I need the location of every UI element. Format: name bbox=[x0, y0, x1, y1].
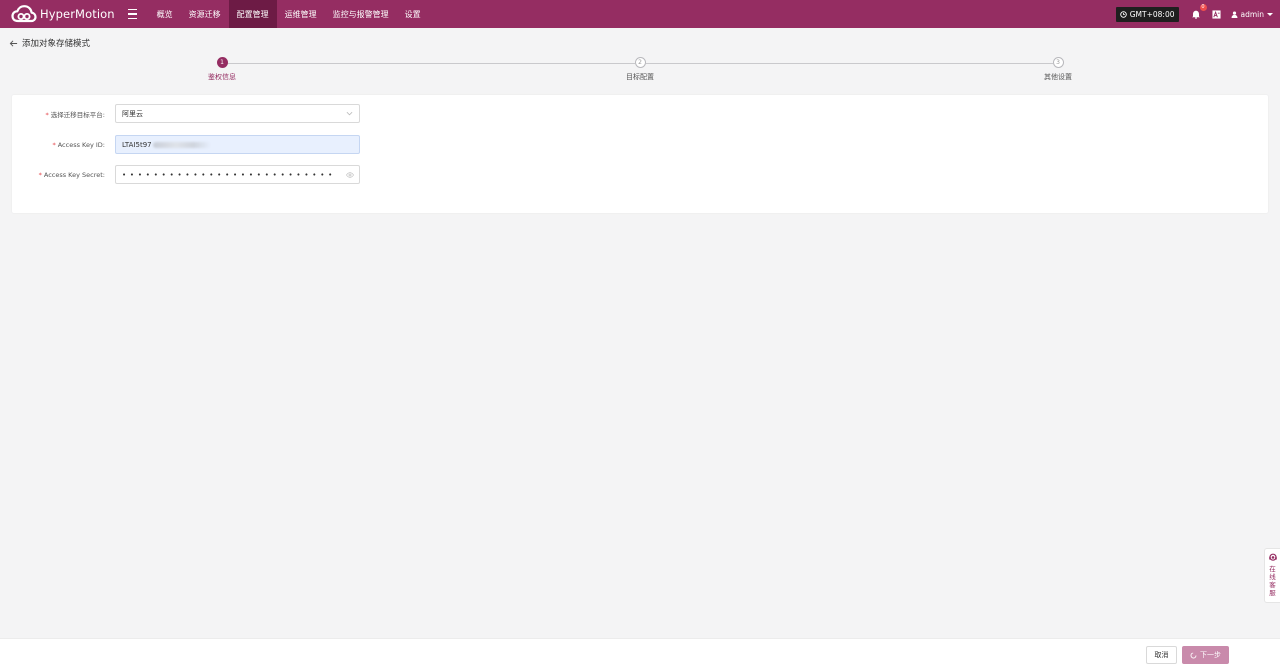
form-row-access-key-id: * Access Key ID: LTAI5t97 bbox=[12, 135, 360, 154]
timezone-badge[interactable]: GMT+08:00 bbox=[1115, 6, 1179, 22]
notification-count: 0 bbox=[1199, 4, 1207, 11]
hamburger-menu-icon[interactable] bbox=[127, 8, 140, 20]
page-title: 添加对象存储模式 bbox=[22, 39, 91, 49]
bell-icon bbox=[1191, 10, 1200, 19]
access-key-secret-value: •••••••••••••••••••••••••••••• bbox=[122, 170, 336, 179]
access-key-secret-input[interactable]: •••••••••••••••••••••••••••••• bbox=[115, 165, 360, 184]
step-auth-info: 1 鉴权信息 bbox=[182, 57, 262, 82]
user-name: admin bbox=[1240, 9, 1265, 19]
page-heading: 添加对象存储模式 bbox=[9, 37, 90, 49]
nav-item-ops-management[interactable]: 运维管理 bbox=[277, 0, 325, 28]
nav-item-overview[interactable]: 概览 bbox=[149, 0, 181, 28]
next-step-label: 下一步 bbox=[1200, 651, 1221, 659]
brand[interactable]: HyperMotion bbox=[0, 0, 115, 28]
eye-icon[interactable] bbox=[346, 172, 354, 178]
timezone-text: GMT+08:00 bbox=[1129, 9, 1175, 19]
top-nav-bar: HyperMotion 概览 资源迁移 配置管理 运维管理 监控与报警管理 设置… bbox=[0, 0, 1280, 28]
step-number: 3 bbox=[1052, 57, 1064, 68]
footer-action-bar: 取消 下一步 bbox=[0, 638, 1280, 669]
step-connector bbox=[227, 63, 635, 64]
step-number: 1 bbox=[216, 57, 228, 68]
notification-button[interactable]: 0 bbox=[1190, 4, 1207, 21]
platform-select[interactable]: 阿里云 bbox=[115, 104, 360, 123]
online-service-label: 在线客服 bbox=[1269, 565, 1276, 597]
back-arrow-icon[interactable] bbox=[9, 39, 18, 48]
step-other-settings: 3 其他设置 bbox=[1018, 57, 1098, 82]
language-switch-icon[interactable] bbox=[1211, 8, 1223, 20]
loading-icon bbox=[1190, 652, 1197, 658]
chevron-down-icon bbox=[346, 111, 353, 116]
platform-selected-value: 阿里云 bbox=[122, 109, 143, 118]
customer-service-icon bbox=[1268, 553, 1277, 561]
chevron-down-icon bbox=[1267, 12, 1273, 16]
step-label: 目标配置 bbox=[626, 73, 654, 81]
step-number: 2 bbox=[634, 57, 646, 68]
nav-item-settings[interactable]: 设置 bbox=[397, 0, 429, 28]
cancel-button[interactable]: 取消 bbox=[1146, 646, 1177, 664]
app-name: HyperMotion bbox=[40, 7, 115, 21]
access-key-id-label: * Access Key ID: bbox=[52, 140, 105, 149]
cloud-logo-icon bbox=[11, 5, 37, 23]
user-icon bbox=[1231, 10, 1237, 18]
step-label: 其他设置 bbox=[1044, 73, 1072, 81]
auth-form-card: * 选择迁移目标平台: 阿里云 * Access Key ID: LTAI5t97 … bbox=[12, 95, 1268, 213]
main-nav: 概览 资源迁移 配置管理 运维管理 监控与报警管理 设置 bbox=[149, 0, 429, 28]
wizard-steps: 1 鉴权信息 2 目标配置 3 其他设置 bbox=[0, 56, 1280, 84]
nav-item-resource-migration[interactable]: 资源迁移 bbox=[181, 0, 229, 28]
masked-value-blur bbox=[152, 141, 211, 148]
online-service-tab[interactable]: 在线客服 bbox=[1264, 548, 1280, 603]
access-key-id-value: LTAI5t97 bbox=[122, 140, 152, 149]
step-target-config: 2 目标配置 bbox=[600, 57, 680, 82]
access-key-secret-label: * Access Key Secret: bbox=[38, 170, 105, 179]
step-label: 鉴权信息 bbox=[208, 73, 236, 81]
form-row-platform: * 选择迁移目标平台: 阿里云 bbox=[12, 104, 360, 123]
next-step-button[interactable]: 下一步 bbox=[1182, 646, 1229, 664]
clock-icon bbox=[1119, 10, 1127, 18]
nav-item-config-management[interactable]: 配置管理 bbox=[228, 0, 277, 28]
user-menu[interactable]: admin bbox=[1231, 9, 1273, 19]
nav-item-monitoring-alerts[interactable]: 监控与报警管理 bbox=[325, 0, 397, 28]
step-connector bbox=[646, 63, 1053, 64]
access-key-id-input[interactable]: LTAI5t97 bbox=[115, 135, 360, 154]
platform-label: * 选择迁移目标平台: bbox=[45, 110, 105, 119]
form-row-access-key-secret: * Access Key Secret: ••••••••••••••••••••… bbox=[12, 165, 360, 184]
